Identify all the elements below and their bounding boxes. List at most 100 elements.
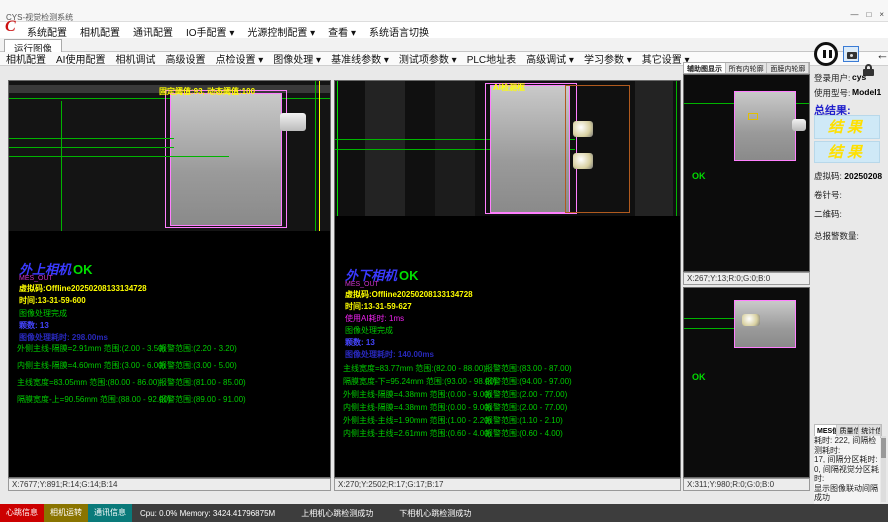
ai-box-label: AI检测框	[493, 82, 525, 93]
menu-view[interactable]: 查看 ▾	[328, 24, 356, 39]
measure-line-3	[9, 156, 229, 157]
tool-plc-address[interactable]: PLC地址表	[467, 51, 516, 66]
measurement-value: 隔膜宽度-上=90.56mm 范围:(88.00 - 92.00)	[17, 394, 171, 405]
tool-spot-check[interactable]: 点检设置 ▾	[215, 51, 263, 66]
particle-count: 颗数: 13	[345, 337, 375, 348]
tool-test-params[interactable]: 测试项参数 ▾	[399, 51, 457, 66]
app-logo-icon: C	[5, 18, 16, 36]
virtual-barcode: 虚拟码:Offline20250208133134728	[19, 283, 147, 294]
menu-io-config[interactable]: IO手配置 ▾	[186, 24, 234, 39]
aux-bottom-camera-view[interactable]: OK	[683, 287, 810, 478]
measurement-row: 主线宽度=83.05mm 范围:(80.00 - 86.00) 报警范围:(81…	[17, 377, 328, 387]
qr-code-label: 二维码:	[814, 209, 842, 219]
particle-count: 颗数: 13	[19, 320, 49, 331]
measurement-value: 内侧主线-隔膜=4.60mm 范围:(3.00 - 6.00)	[17, 360, 165, 371]
tool-baseline-params[interactable]: 基准线参数 ▾	[331, 51, 389, 66]
alarm-range: 报警范围:(81.00 - 85.00)	[159, 377, 246, 388]
cpu-memory-readout: Cpu: 0.0% Memory: 3424.41796875M	[140, 509, 275, 518]
heartbeat-badge: 心跳信息	[0, 504, 44, 522]
menu-comm-config[interactable]: 通讯配置	[133, 24, 173, 39]
result-ok: OK	[73, 262, 93, 277]
menu-items: 系统配置 相机配置 通讯配置 IO手配置 ▾ 光源控制配置 ▾ 查看 ▾ 系统语…	[27, 24, 429, 39]
alarm-range: 报警范围:(2.00 - 77.00)	[485, 402, 567, 413]
tool-learning-params[interactable]: 学习参数 ▾	[584, 51, 632, 66]
camera-button[interactable]	[843, 46, 859, 62]
menu-camera-config[interactable]: 相机配置	[80, 24, 120, 39]
upper-camera-heartbeat-msg: 上相机心跳检测成功	[301, 508, 373, 519]
close-button[interactable]: ×	[879, 10, 884, 19]
alarm-range: 报警范围:(1.10 - 2.10)	[485, 415, 563, 426]
measurement-row: 外侧主线-主线=1.90mm 范围:(1.00 - 2.20) 报警范围:(1.…	[343, 415, 678, 425]
measurement-value: 外侧主线-隔膜=2.91mm 范围:(2.00 - 3.50)	[17, 343, 165, 354]
edge-green-line	[315, 81, 316, 231]
alarm-count-label: 总报警数量:	[814, 231, 859, 241]
measurement-row: 内侧主线-主线=2.61mm 范围:(0.60 - 4.00) 报警范围:(0.…	[343, 428, 678, 438]
measurement-row: 内侧主线-隔膜=4.60mm 范围:(3.00 - 6.00) 报警范围:(3.…	[17, 360, 328, 370]
mid-coords-strip: X:270;Y:2502;R:17;G:17;B:17	[334, 478, 681, 491]
login-user-label: 登录用户:	[814, 72, 850, 84]
back-button[interactable]: ←	[876, 47, 888, 62]
result-box-2: 结果	[814, 141, 880, 163]
menu-light-config[interactable]: 光源控制配置 ▾	[247, 24, 315, 39]
stats-line: 0, 间隔视觉分区耗时:	[814, 465, 880, 484]
qr-code-field: 二维码:	[814, 208, 842, 220]
measurement-value: 隔膜宽度-下=95.24mm 范围:(93.00 - 98.00)	[343, 376, 497, 387]
measurement-value: 主线宽度=83.77mm 范围:(82.00 - 88.00)	[343, 363, 486, 374]
stats-scrollbar[interactable]	[881, 436, 886, 502]
ai-elapsed: 使用AI耗时: 1ms	[345, 313, 404, 324]
pause-button[interactable]	[814, 42, 838, 66]
aux-bottom-coords-strip: X:311;Y:980;R:0;G:0;B:0	[683, 478, 810, 491]
stats-line: 耗时: 222, 间隔检测耗时:	[814, 436, 880, 455]
alarm-range: 报警范围:(3.00 - 5.00)	[159, 360, 237, 371]
measurement-row: 隔膜宽度-下=95.24mm 范围:(93.00 - 98.00) 报警范围:(…	[343, 376, 678, 386]
result-box-1: 结果	[814, 115, 880, 139]
model-label: 使用型号:	[814, 87, 850, 99]
overlay-status: OK	[692, 171, 706, 181]
process-elapsed: 图像处理耗时: 140.00ms	[345, 349, 434, 360]
minimize-button[interactable]: —	[850, 10, 858, 19]
title-bar: CYS-视觉检测系统 — □ ×	[0, 0, 888, 22]
menu-system-config[interactable]: 系统配置	[27, 24, 67, 39]
vertical-green-line	[61, 101, 62, 231]
aux-tab-helper-display[interactable]: 辅助图显示	[684, 63, 726, 73]
left-coords-strip: X:7677;Y:891;R:14;G:14;B:14	[8, 478, 331, 491]
bright-feature	[573, 121, 593, 137]
process-done-label: 图像处理完成	[19, 308, 67, 319]
left-camera-view[interactable]: 固定阈值:93, 动态阈值:100 外上相机OK MES_OUT 虚拟码:Off…	[8, 80, 331, 478]
mes-tag: MES_OUT	[345, 281, 379, 288]
result-ok: OK	[399, 268, 419, 283]
maximize-button[interactable]: □	[866, 10, 871, 19]
window-controls: — □ ×	[850, 10, 884, 19]
ai-detect-rect	[565, 85, 630, 213]
menu-language-switch[interactable]: 系统语言切换	[369, 24, 429, 39]
alarm-range: 报警范围:(2.00 - 77.00)	[485, 389, 567, 400]
comm-info-badge: 通讯信息	[88, 504, 132, 522]
measurement-value: 外侧主线-隔膜=4.38mm 范围:(0.00 - 9.00)	[343, 389, 491, 400]
tool-advanced-settings[interactable]: 高级设置	[165, 51, 205, 66]
measurement-value: 内侧主线-隔膜=4.38mm 范围:(0.00 - 9.00)	[343, 402, 491, 413]
measurement-row: 主线宽度=83.77mm 范围:(82.00 - 88.00) 报警范围:(83…	[343, 363, 678, 373]
virtual-code-field: 虚拟码: 20250208	[814, 170, 882, 182]
aux-tab-mask-contours[interactable]: 面膜内轮廓	[767, 63, 809, 73]
tool-image-processing[interactable]: 图像处理 ▾	[273, 51, 321, 66]
tool-camera-config[interactable]: 相机配置	[6, 51, 46, 66]
measure-line-2	[9, 147, 174, 148]
scrollbar-thumb[interactable]	[881, 438, 886, 458]
virtual-code-value: 20250208	[844, 171, 882, 181]
camera-lens-icon	[850, 54, 853, 57]
alarm-range: 报警范围:(89.00 - 91.00)	[159, 394, 246, 405]
mid-camera-view[interactable]: AI检测框 外下相机OK MES_OUT 虚拟码:Offline20250208…	[334, 80, 681, 478]
aux-top-camera-view[interactable]: OK	[683, 74, 810, 272]
left-camera-photo: 固定阈值:93, 动态阈值:100	[9, 81, 330, 231]
pause-icon	[814, 42, 838, 66]
aux-tab-all-contours[interactable]: 所有内轮廓	[726, 63, 768, 73]
alarm-range: 报警范围:(2.20 - 3.20)	[159, 343, 237, 354]
capture-time: 时间:13-31-59-627	[345, 301, 412, 312]
tool-ai-config[interactable]: AI使用配置	[56, 51, 105, 66]
stats-line: 显示图像联动间隔成功	[814, 484, 880, 503]
tool-advanced-debug[interactable]: 高级调试 ▾	[526, 51, 574, 66]
measurement-row: 内侧主线-隔膜=4.38mm 范围:(0.00 - 9.00) 报警范围:(2.…	[343, 402, 678, 412]
measurement-value: 主线宽度=83.05mm 范围:(80.00 - 86.00)	[17, 377, 160, 388]
aux-bottom-photo: OK	[684, 288, 809, 477]
tool-camera-debug[interactable]: 相机调试	[115, 51, 155, 66]
